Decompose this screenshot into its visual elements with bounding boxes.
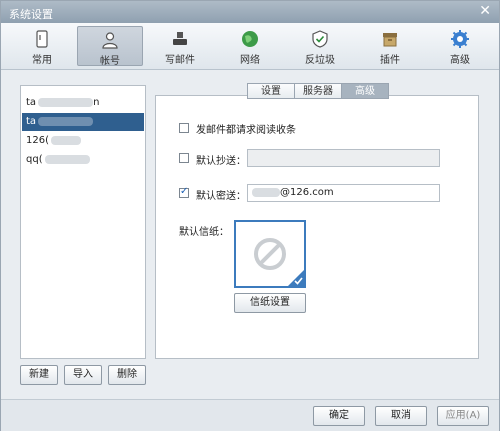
- read-receipt-checkbox[interactable]: [179, 123, 189, 133]
- toolbar-item-plugins[interactable]: 插件: [357, 26, 423, 66]
- redacted-text: [252, 187, 280, 197]
- checkmark-icon: [288, 270, 304, 286]
- toolbar-item-advanced[interactable]: 高级: [427, 26, 493, 66]
- redacted-text: [38, 116, 94, 126]
- cc-field[interactable]: [247, 149, 440, 167]
- toolbar-label: 写邮件: [165, 55, 195, 66]
- account-name: 126(: [26, 135, 49, 146]
- account-suffix: n: [93, 97, 100, 108]
- phone-icon: [36, 30, 48, 48]
- toolbar-label: 插件: [380, 55, 400, 66]
- redacted-text: [51, 135, 81, 145]
- account-name: ta: [26, 116, 37, 127]
- account-name: ta: [26, 97, 37, 108]
- list-item[interactable]: qq(: [22, 151, 144, 169]
- toolbar-item-network[interactable]: 网络: [217, 26, 283, 66]
- new-button[interactable]: 新建: [20, 365, 58, 385]
- stationery-settings-button[interactable]: 信纸设置: [234, 293, 306, 313]
- toolbar: 常用 帐号 写邮件 网络 反垃圾 插件 高级: [1, 23, 499, 70]
- bcc-value: @126.com: [280, 187, 334, 198]
- stationery-preview[interactable]: [234, 220, 306, 288]
- window-title: 系统设置: [9, 8, 53, 21]
- globe-icon: [242, 31, 258, 47]
- bcc-checkbox[interactable]: [179, 186, 189, 198]
- ok-button[interactable]: 确定: [313, 406, 365, 426]
- tab-settings[interactable]: 设置: [247, 83, 295, 99]
- toolbar-label: 网络: [240, 55, 260, 66]
- toolbar-label: 高级: [450, 55, 470, 66]
- no-entry-icon: [254, 238, 286, 270]
- toolbar-item-account[interactable]: 帐号: [77, 26, 143, 67]
- list-item[interactable]: ta: [22, 113, 144, 131]
- toolbar-item-antispam[interactable]: 反垃圾: [287, 26, 353, 66]
- apply-button[interactable]: 应用(A): [437, 406, 489, 426]
- bcc-label: 默认密送：: [196, 191, 246, 202]
- toolbar-label: 反垃圾: [305, 55, 335, 66]
- stamp-icon: [173, 32, 187, 45]
- delete-button[interactable]: 删除: [108, 365, 146, 385]
- read-receipt-label: 发邮件都请求阅读收条: [196, 125, 296, 136]
- cancel-button[interactable]: 取消: [375, 406, 427, 426]
- toolbar-label: 帐号: [100, 56, 120, 67]
- import-button[interactable]: 导入: [64, 365, 102, 385]
- shield-icon: [312, 30, 328, 48]
- bcc-field[interactable]: @126.com: [247, 184, 440, 202]
- list-item[interactable]: 126(: [22, 132, 144, 150]
- redacted-text: [44, 154, 90, 164]
- toolbar-item-compose[interactable]: 写邮件: [147, 26, 213, 66]
- gear-icon: [451, 30, 469, 48]
- toolbar-label: 常用: [32, 55, 52, 66]
- cc-checkbox[interactable]: [179, 153, 189, 163]
- redacted-text: [38, 97, 94, 107]
- account-list[interactable]: ta n ta 126( qq(: [20, 85, 146, 359]
- tab-server[interactable]: 服务器: [294, 83, 342, 99]
- title-bar: 系统设置 ✕: [1, 1, 499, 23]
- tab-advanced[interactable]: 高级: [341, 83, 389, 99]
- toolbar-item-common[interactable]: 常用: [9, 26, 75, 66]
- person-icon: [102, 32, 118, 49]
- close-icon[interactable]: ✕: [479, 4, 491, 18]
- stationery-label: 默认信纸：: [179, 227, 229, 238]
- list-item[interactable]: ta n: [22, 94, 144, 112]
- cc-label: 默认抄送：: [196, 156, 246, 167]
- settings-window: 系统设置 ✕ 常用 帐号 写邮件 网络 反垃圾 插件 高级 ta n ta 12…: [0, 0, 500, 431]
- box-icon: [383, 33, 397, 47]
- account-name: qq(: [26, 154, 43, 165]
